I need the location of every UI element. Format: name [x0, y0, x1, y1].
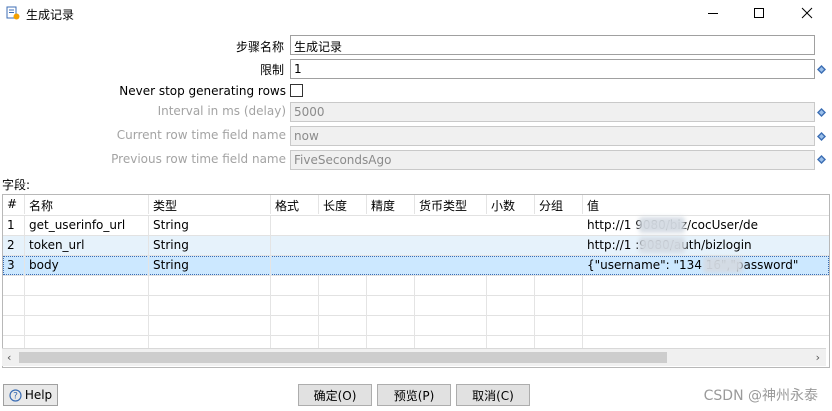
interval-input: 5000	[290, 102, 815, 122]
divider	[3, 275, 829, 276]
title-bar: 生成记录	[0, 0, 832, 28]
minimize-button[interactable]	[690, 0, 736, 26]
divider	[414, 276, 415, 349]
ok-button[interactable]: 确定(O)	[298, 384, 372, 406]
redaction-blur	[703, 257, 743, 273]
watermark: CSDN @神州永泰	[703, 388, 818, 404]
help-label: Help	[24, 388, 53, 402]
preview-button[interactable]: 预览(P)	[377, 384, 451, 406]
column-header[interactable]: 值	[583, 195, 829, 214]
row-number: 1	[3, 216, 25, 235]
scrollbar-thumb[interactable]	[19, 352, 667, 363]
divider	[3, 335, 829, 336]
variable-icon[interactable]	[817, 155, 826, 164]
row-number: 3	[3, 256, 25, 275]
column-header[interactable]: 货币类型	[415, 195, 487, 214]
cancel-button[interactable]: 取消(C)	[456, 384, 530, 406]
help-button[interactable]: ? Help	[3, 384, 58, 406]
close-icon	[801, 7, 813, 19]
divider	[534, 276, 535, 349]
never-stop-label: Never stop generating rows	[119, 84, 286, 98]
row-name[interactable]: token_url	[25, 236, 149, 255]
row-type[interactable]: String	[149, 236, 271, 255]
column-header[interactable]: 长度	[319, 195, 367, 214]
limit-label: 限制	[259, 63, 284, 77]
step-name-input[interactable]: 生成记录	[290, 35, 815, 55]
current-time-label: Current row time field name	[116, 128, 286, 142]
variable-icon[interactable]	[817, 65, 826, 74]
window-title: 生成记录	[26, 8, 75, 22]
limit-input[interactable]: 1	[290, 59, 815, 79]
divider	[148, 276, 149, 349]
divider	[3, 315, 829, 316]
column-header[interactable]: 格式	[271, 195, 319, 214]
column-header[interactable]: 小数	[487, 195, 535, 214]
close-button[interactable]	[784, 0, 830, 26]
interval-label: Interval in ms (delay)	[157, 104, 286, 118]
minimize-icon	[708, 13, 718, 14]
maximize-icon	[754, 8, 764, 18]
divider	[3, 295, 829, 296]
divider	[582, 276, 583, 349]
redaction-blur	[639, 217, 685, 233]
horizontal-scrollbar[interactable]: ‹ ›	[2, 348, 826, 366]
divider	[318, 276, 319, 349]
column-header[interactable]: 类型	[149, 195, 271, 214]
column-header[interactable]: 精度	[367, 195, 415, 214]
column-header[interactable]: #	[3, 195, 25, 214]
current-time-input: now	[290, 126, 815, 146]
never-stop-checkbox[interactable]	[290, 84, 303, 97]
svg-text:?: ?	[13, 391, 18, 401]
table-header: # 名称 类型 格式 长度 精度 货币类型 小数 分组 值	[3, 195, 829, 215]
row-name[interactable]: body	[25, 256, 149, 275]
row-number: 2	[3, 236, 25, 255]
column-header[interactable]: 分组	[535, 195, 583, 214]
row-value[interactable]: http://1 :9080/auth/bizlogin	[583, 236, 829, 255]
scroll-right-icon[interactable]: ›	[816, 351, 820, 364]
divider	[486, 276, 487, 349]
row-type[interactable]: String	[149, 256, 271, 275]
maximize-button[interactable]	[736, 0, 782, 26]
help-icon: ?	[9, 388, 22, 401]
previous-time-input: FiveSecondsAgo	[290, 150, 815, 170]
divider	[366, 276, 367, 349]
divider	[270, 276, 271, 349]
scroll-left-icon[interactable]: ‹	[7, 351, 11, 364]
divider	[24, 276, 25, 349]
row-name[interactable]: get_userinfo_url	[25, 216, 149, 235]
column-header[interactable]: 名称	[25, 195, 149, 214]
variable-icon[interactable]	[817, 132, 826, 141]
previous-time-label: Previous row time field name	[111, 152, 286, 166]
app-icon	[6, 6, 20, 20]
row-type[interactable]: String	[149, 216, 271, 235]
fields-label: 字段:	[2, 178, 31, 192]
redaction-blur	[639, 237, 685, 253]
row-value[interactable]: http://1 9080/biz/cocUser/de	[583, 216, 829, 235]
fields-table[interactable]: # 名称 类型 格式 长度 精度 货币类型 小数 分组 值 1 get_user…	[2, 194, 830, 368]
step-name-label: 步骤名称	[235, 40, 284, 54]
variable-icon[interactable]	[817, 108, 826, 117]
